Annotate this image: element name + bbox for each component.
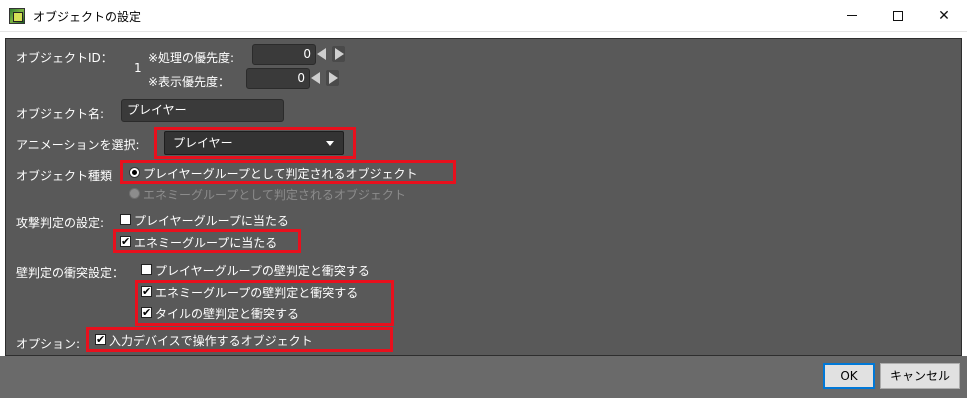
- highlight-box-object-type: [120, 160, 456, 184]
- wall-player-checkbox[interactable]: [141, 264, 152, 275]
- minimize-button[interactable]: [829, 0, 875, 31]
- arrow-right-icon: [335, 48, 344, 60]
- object-name-input[interactable]: プレイヤー: [121, 99, 284, 122]
- button-bar: OK キャンセル: [0, 356, 967, 398]
- object-id-label: オブジェクトID：: [16, 51, 113, 65]
- display-priority-increment-button[interactable]: [326, 70, 339, 86]
- highlight-box-wall: [135, 280, 394, 326]
- app-icon: [9, 8, 25, 24]
- display-priority-label: ※表示優先度：: [148, 75, 231, 89]
- maximize-button[interactable]: [875, 0, 921, 31]
- settings-panel: オブジェクトID： 1 ※処理の優先度: 0 ※表示優先度： 0 オブジェクト名…: [5, 38, 962, 356]
- object-type-label: オブジェクト種類: [16, 169, 113, 183]
- wall-player-label: プレイヤーグループの壁判定と衝突する: [155, 264, 370, 278]
- attack-player-label: プレイヤーグループに当たる: [134, 214, 289, 228]
- close-icon: ✕: [938, 7, 950, 24]
- process-priority-input[interactable]: 0: [252, 44, 316, 65]
- object-type-option-enemy: エネミーグループとして判定されるオブジェクト: [143, 188, 406, 202]
- highlight-box-attack: [113, 229, 301, 253]
- highlight-box-option: [86, 327, 393, 352]
- animation-label: アニメーションを選択:: [16, 138, 140, 152]
- ok-button[interactable]: OK: [823, 363, 875, 389]
- attack-label: 攻撃判定の設定:: [16, 216, 105, 230]
- object-id-value: 1: [134, 61, 142, 75]
- highlight-box-animation: [154, 127, 356, 159]
- close-button[interactable]: ✕: [921, 0, 967, 31]
- process-priority-decrement-icon[interactable]: [317, 48, 326, 60]
- arrow-right-icon: [329, 72, 338, 84]
- process-priority-label: ※処理の優先度:: [148, 51, 235, 65]
- display-priority-input[interactable]: 0: [246, 68, 310, 89]
- title-bar: オブジェクトの設定 ✕: [0, 0, 967, 32]
- maximize-icon: [893, 10, 903, 21]
- object-type-radio-enemy[interactable]: [129, 188, 140, 199]
- window-title: オブジェクトの設定: [33, 10, 142, 24]
- cancel-button[interactable]: キャンセル: [880, 363, 960, 389]
- option-label: オプション:: [16, 337, 81, 351]
- object-name-label: オブジェクト名:: [16, 107, 105, 121]
- attack-player-checkbox[interactable]: [120, 214, 131, 225]
- process-priority-increment-button[interactable]: [332, 46, 345, 62]
- wall-label: 壁判定の衝突設定：: [16, 266, 125, 280]
- display-priority-decrement-icon[interactable]: [311, 72, 320, 84]
- minimize-icon: [847, 15, 857, 16]
